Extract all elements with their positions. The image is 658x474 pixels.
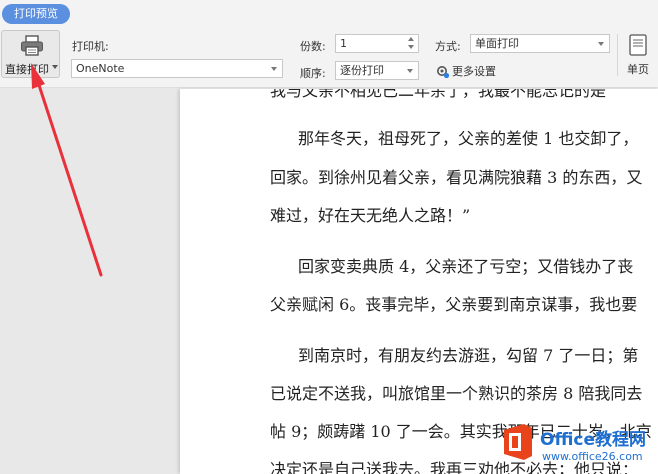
tab-print-preview[interactable]: 打印预览 — [2, 4, 70, 24]
single-page-icon — [629, 34, 647, 56]
document-line: 难过，好在天无绝人之路！” — [270, 206, 471, 225]
document-line: 回家。到徐州见着父亲，看见满院狼藉 3 的东西，又 — [270, 168, 643, 187]
single-page-button[interactable]: 单页 — [625, 32, 651, 78]
mode-value: 单面打印 — [475, 37, 519, 50]
watermark-title: Office教程网 — [540, 430, 647, 450]
print-preview-window: 打印预览 直接打印 打印机: OneNote 份数: 1 顺序: 逐份打印 方式… — [0, 0, 658, 474]
document-line: 我与父亲不相见已二年余了，我最不能忘记的是 — [270, 89, 607, 100]
copies-value: 1 — [340, 37, 347, 50]
more-settings-label: 更多设置 — [452, 65, 496, 78]
document-page: 我与父亲不相见已二年余了，我最不能忘记的是 那年冬天，祖母死了，父亲的差使 1 … — [180, 89, 658, 474]
order-label: 顺序: — [300, 67, 326, 80]
chevron-down-icon — [271, 67, 277, 71]
document-line: 父亲赋闲 6。丧事完毕，父亲要到南京谋事，我也要 — [270, 295, 638, 314]
print-toolbar: 打印预览 直接打印 打印机: OneNote 份数: 1 顺序: 逐份打印 方式… — [0, 0, 658, 88]
printer-value: OneNote — [76, 62, 125, 75]
print-mode-select[interactable]: 单面打印 — [470, 34, 610, 53]
mode-label: 方式: — [435, 40, 461, 53]
printer-label: 打印机: — [72, 40, 109, 53]
single-page-label: 单页 — [627, 63, 649, 76]
more-settings-button[interactable]: 更多设置 — [436, 63, 496, 79]
copies-label: 份数: — [300, 40, 326, 53]
stepper-arrows-icon[interactable] — [408, 36, 415, 51]
document-line: 到南京时，有朋友约去游逛，勾留 7 了一日；第 — [298, 346, 639, 365]
document-line: 回家变卖典质 4，父亲还了亏空；又借钱办了丧 — [298, 257, 634, 276]
chevron-down-icon — [52, 65, 58, 69]
document-line: 已说定不送我，叫旅馆里一个熟识的茶房 8 陪我同去 — [270, 384, 643, 403]
watermark: Office教程网 www.office26.com — [496, 419, 658, 474]
direct-print-label: 直接打印 — [5, 63, 49, 76]
toolbar-divider — [617, 34, 618, 76]
order-value: 逐份打印 — [340, 64, 384, 77]
chevron-down-icon — [407, 69, 413, 73]
direct-print-button[interactable]: 直接打印 — [1, 30, 60, 78]
settings-gear-icon — [437, 66, 450, 79]
printer-select[interactable]: OneNote — [71, 59, 283, 78]
order-select[interactable]: 逐份打印 — [335, 61, 419, 80]
office-logo-icon — [504, 424, 532, 460]
copies-stepper[interactable]: 1 — [335, 34, 419, 53]
watermark-url: www.office26.com — [542, 450, 643, 463]
chevron-down-icon — [598, 42, 604, 46]
document-line: 那年冬天，祖母死了，父亲的差使 1 也交卸了， — [298, 129, 639, 148]
printer-icon — [21, 35, 43, 56]
